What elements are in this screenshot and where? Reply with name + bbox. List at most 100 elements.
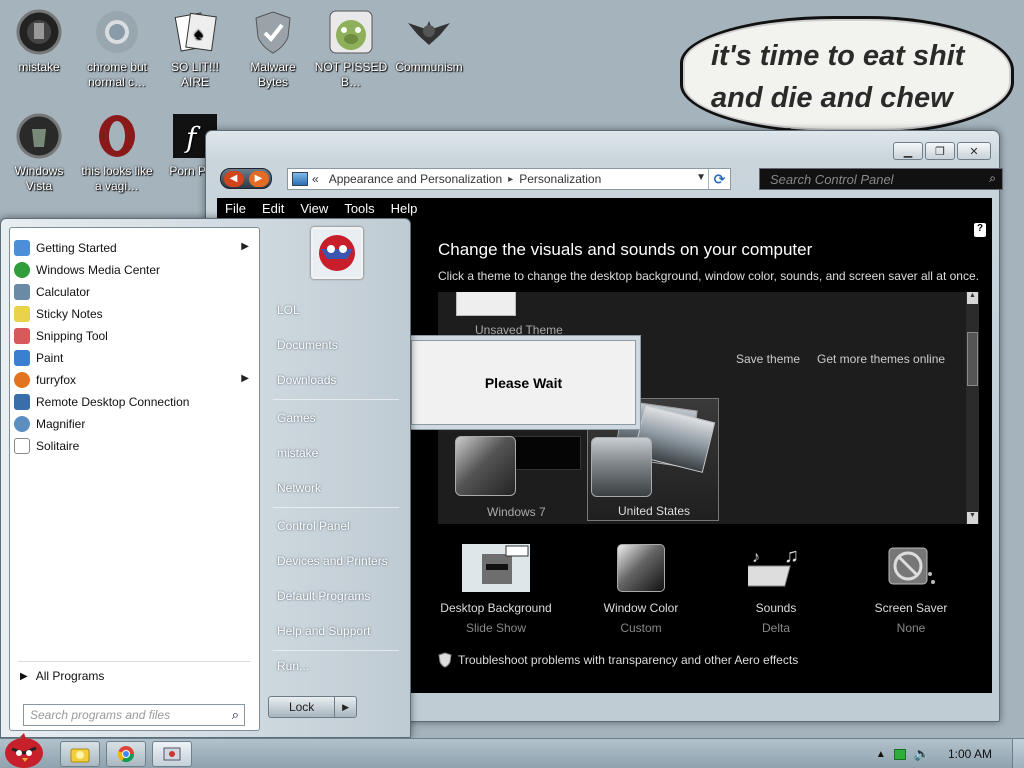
save-theme-link[interactable]: Save theme xyxy=(736,352,800,366)
program-remote-desktop[interactable]: Remote Desktop Connection xyxy=(14,391,257,413)
lock-label[interactable]: Lock xyxy=(269,700,334,714)
windows-media-center-icon xyxy=(14,262,30,278)
desktop-icon-chrome[interactable]: chrome but normal c… xyxy=(78,8,156,90)
desktop-icon-opera[interactable]: this looks like a vagi… xyxy=(78,112,156,194)
troubleshoot-label[interactable]: Troubleshoot problems with transparency … xyxy=(458,653,798,667)
link-games[interactable]: Games xyxy=(277,411,316,425)
shutdown-options-icon[interactable]: ▶ xyxy=(334,697,356,717)
unsaved-theme-label[interactable]: Unsaved Theme xyxy=(475,323,563,337)
submenu-arrow-icon[interactable]: ▶ xyxy=(241,373,249,384)
menu-edit[interactable]: Edit xyxy=(254,201,292,216)
program-snipping-tool[interactable]: Snipping Tool xyxy=(14,325,257,347)
desktop-icon-not-pissed[interactable]: NOT PISSED B… xyxy=(312,8,390,90)
program-label: Magnifier xyxy=(36,417,86,431)
breadcrumb-separator-icon[interactable]: ▸ xyxy=(508,174,513,185)
help-icon[interactable]: ? xyxy=(974,223,986,237)
theme-scrollbar[interactable]: ▲ ▼ xyxy=(966,292,979,524)
taskbar-chrome-button[interactable] xyxy=(106,741,146,767)
breadcrumb-personalization[interactable]: Personalization xyxy=(519,172,601,186)
link-help-support[interactable]: Help and Support xyxy=(277,624,370,638)
desktop-icon-mistake[interactable]: mistake xyxy=(0,8,78,75)
program-getting-started[interactable]: Getting Started ▶ xyxy=(14,237,257,259)
search-icon[interactable]: ⌕ xyxy=(989,171,996,186)
volume-icon[interactable]: 🔈 xyxy=(914,746,930,762)
clock[interactable]: 1:00 AM xyxy=(948,747,992,761)
program-furryfox[interactable]: furryfox ▶ xyxy=(14,369,257,391)
scroll-up-icon[interactable]: ▲ xyxy=(967,292,978,304)
all-programs-label: All Programs xyxy=(35,669,105,683)
program-sticky-notes[interactable]: Sticky Notes xyxy=(14,303,257,325)
forward-button[interactable]: ▶ xyxy=(248,170,269,187)
link-control-panel[interactable]: Control Panel xyxy=(277,519,350,533)
desktop-background-item[interactable]: Desktop Background Slide Show xyxy=(428,543,564,635)
maximize-button[interactable]: ❐ xyxy=(925,142,955,160)
window-color-item[interactable]: Window Color Custom xyxy=(573,543,709,635)
unsaved-theme-thumbnail[interactable] xyxy=(456,292,516,316)
start-search-input[interactable]: Search programs and files ⌕ xyxy=(23,704,245,726)
refresh-button[interactable]: ⟳ xyxy=(708,169,730,189)
get-more-themes-link[interactable]: Get more themes online xyxy=(817,352,945,366)
taskbar-explorer-button[interactable] xyxy=(60,741,100,767)
scroll-down-icon[interactable]: ▼ xyxy=(967,512,978,524)
sounds-title[interactable]: Sounds xyxy=(708,601,844,615)
program-magnifier[interactable]: Magnifier xyxy=(14,413,257,435)
desktop-icon-communism[interactable]: Communism xyxy=(390,8,468,75)
address-bar[interactable]: « Appearance and Personalization ▸ Perso… xyxy=(287,168,731,190)
menu-file[interactable]: File xyxy=(217,201,254,216)
menu-tools[interactable]: Tools xyxy=(336,201,382,216)
program-paint[interactable]: Paint xyxy=(14,347,257,369)
sticky-notes-icon xyxy=(14,306,30,322)
theme-windows-7[interactable]: Windows 7 xyxy=(455,436,581,524)
menu-view[interactable]: View xyxy=(292,201,336,216)
search-placeholder: Search Control Panel xyxy=(770,171,894,187)
breadcrumb-appearance[interactable]: Appearance and Personalization xyxy=(329,172,502,186)
links-divider xyxy=(273,507,399,508)
window-color-value: Custom xyxy=(620,621,662,635)
user-avatar[interactable] xyxy=(311,227,363,279)
minimize-button[interactable]: ▁ xyxy=(893,142,923,160)
desktop-icon-malwarebytes[interactable]: Malware Bytes xyxy=(234,8,312,90)
control-panel-search-input[interactable]: Search Control Panel ⌕ xyxy=(759,168,1003,190)
start-button[interactable] xyxy=(2,731,46,768)
troubleshoot-link[interactable]: Troubleshoot problems with transparency … xyxy=(438,652,798,668)
program-solitaire[interactable]: Solitaire xyxy=(14,435,257,457)
screen-saver-icon xyxy=(877,543,945,593)
control-panel-icon xyxy=(292,172,308,186)
search-icon[interactable]: ⌕ xyxy=(232,707,239,723)
link-default-programs[interactable]: Default Programs xyxy=(277,589,370,603)
screen-saver-title[interactable]: Screen Saver xyxy=(843,601,979,615)
network-icon[interactable] xyxy=(893,748,906,760)
link-run[interactable]: Run... xyxy=(277,659,309,673)
menu-help[interactable]: Help xyxy=(383,201,426,216)
close-button[interactable]: ✕ xyxy=(957,142,991,160)
taskbar: ▲ 🔈 1:00 AM xyxy=(0,733,1024,768)
screen-saver-item[interactable]: Screen Saver None xyxy=(843,543,979,635)
link-network[interactable]: Network xyxy=(277,481,321,495)
show-desktop-button[interactable] xyxy=(1012,739,1024,768)
link-mistake[interactable]: mistake xyxy=(277,446,318,460)
breadcrumb-prefix[interactable]: « xyxy=(312,172,319,186)
show-hidden-icons-icon[interactable]: ▲ xyxy=(876,749,886,760)
window-color-title[interactable]: Window Color xyxy=(573,601,709,615)
link-devices-printers[interactable]: Devices and Printers xyxy=(277,554,388,568)
start-menu-links-pane: LOL Documents Downloads Games mistake Ne… xyxy=(263,219,412,739)
lock-button[interactable]: Lock ▶ xyxy=(268,696,357,718)
link-downloads[interactable]: Downloads xyxy=(277,373,336,387)
address-dropdown-icon[interactable]: ▼ xyxy=(696,172,706,183)
program-windows-media-center[interactable]: Windows Media Center xyxy=(14,259,257,281)
scroll-thumb[interactable] xyxy=(967,332,978,386)
desktop-icon-solitaire[interactable]: ♠ SO LIT!!! AIRE xyxy=(156,8,234,90)
desktop-background-title[interactable]: Desktop Background xyxy=(428,601,564,615)
program-calculator[interactable]: Calculator xyxy=(14,281,257,303)
start-menu: Getting Started ▶ Windows Media Center C… xyxy=(0,218,411,738)
all-programs-button[interactable]: ▶ All Programs xyxy=(20,669,104,683)
link-lol[interactable]: LOL xyxy=(277,303,300,317)
sounds-value: Delta xyxy=(761,621,790,635)
link-documents[interactable]: Documents xyxy=(277,338,338,352)
back-button[interactable]: ◀ xyxy=(223,170,244,187)
start-menu-programs-pane: Getting Started ▶ Windows Media Center C… xyxy=(9,227,260,731)
submenu-arrow-icon[interactable]: ▶ xyxy=(241,241,249,252)
desktop-icon-windows-vista[interactable]: Windows Vista xyxy=(0,112,78,194)
sounds-item[interactable]: ♪ ♫ Sounds Delta xyxy=(708,543,844,635)
taskbar-control-panel-button[interactable] xyxy=(152,741,192,767)
